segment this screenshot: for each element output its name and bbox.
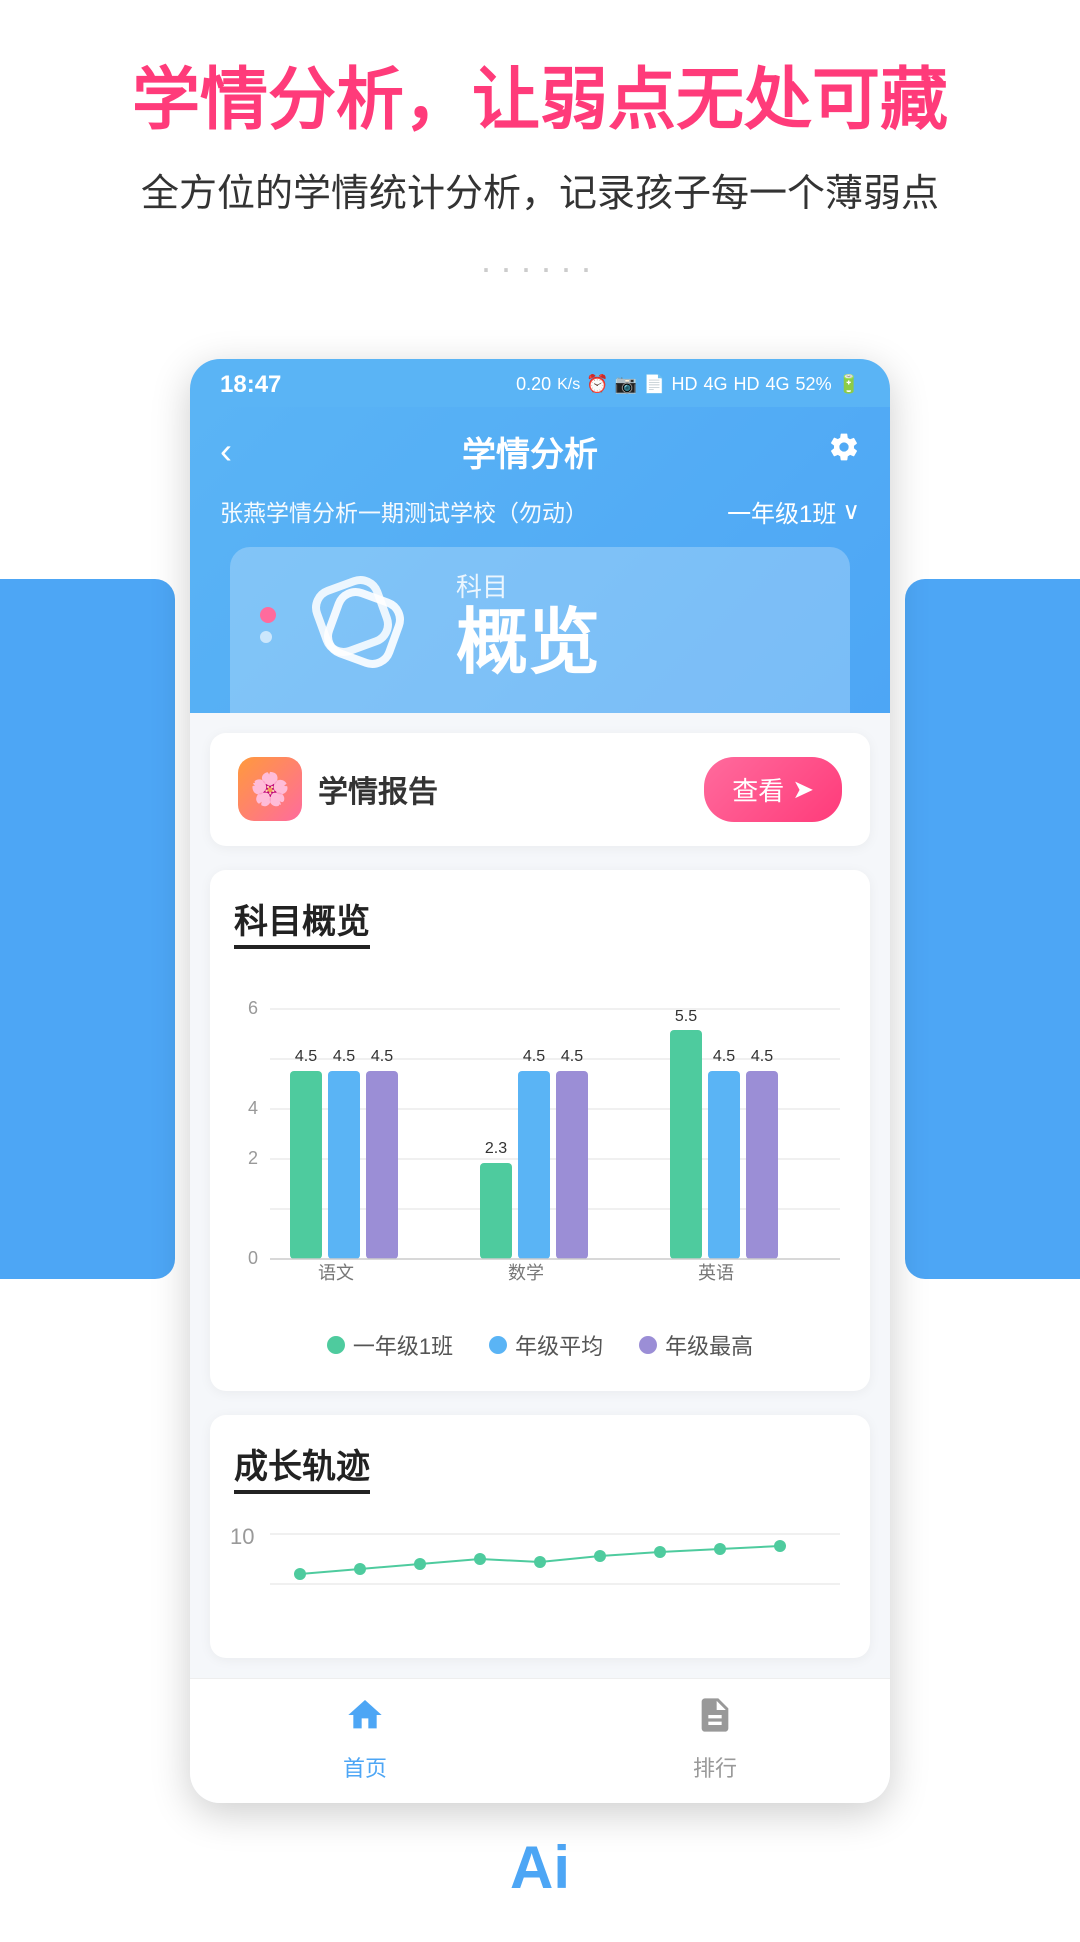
report-title: 学情报告 <box>318 767 438 811</box>
legend-max: 年级最高 <box>639 1329 753 1361</box>
pink-dot <box>260 607 276 623</box>
ranking-icon <box>695 1695 735 1745</box>
bar-yingyu-max <box>746 1071 778 1259</box>
svg-text:4.5: 4.5 <box>295 1048 317 1065</box>
page-header: 学情分析，让弱点无处可藏 全方位的学情统计分析，记录孩子每一个薄弱点 ·····… <box>0 0 1080 359</box>
svg-text:6: 6 <box>248 998 258 1018</box>
main-content: 🌸 学情报告 查看 ➤ 科目概览 <box>190 713 890 1678</box>
decorative-dots: ······ <box>40 247 1040 289</box>
svg-text:2: 2 <box>248 1148 258 1168</box>
legend-label-avg: 年级平均 <box>515 1329 603 1361</box>
status-time: 18:47 <box>220 371 281 399</box>
legend-class1: 一年级1班 <box>327 1329 453 1361</box>
page-subtitle: 全方位的学情统计分析，记录孩子每一个薄弱点 <box>40 162 1040 217</box>
home-icon <box>345 1695 385 1745</box>
status-icons: 0.20 K/s ⏰ 📷 📄 HD 4G HD 4G 52% 🔋 <box>516 374 860 395</box>
phone-screen: 18:47 0.20 K/s ⏰ 📷 📄 HD 4G HD 4G 52% 🔋 <box>190 359 890 1803</box>
nav-ranking[interactable]: 排行 <box>693 1695 737 1783</box>
bar-shuxue-max <box>556 1071 588 1259</box>
view-label: 查看 <box>732 771 784 808</box>
report-left: 🌸 学情报告 <box>238 757 438 821</box>
report-icon: 🌸 <box>238 757 302 821</box>
section-title-growth: 成长轨迹 <box>230 1439 850 1494</box>
svg-text:4.5: 4.5 <box>751 1048 773 1065</box>
subject-label: 科目 <box>456 567 600 604</box>
svg-text:数学: 数学 <box>508 1263 544 1283</box>
bar-yingyu-class1 <box>670 1030 702 1259</box>
subject-text: 科目 概览 <box>456 567 600 683</box>
status-bar: 18:47 0.20 K/s ⏰ 📷 📄 HD 4G HD 4G 52% 🔋 <box>190 359 890 407</box>
bar-shuxue-avg <box>518 1071 550 1259</box>
class-name: 一年级1班 <box>727 494 836 529</box>
decoration-dots <box>260 607 276 643</box>
subject-icon <box>316 580 406 670</box>
bar-chart: 6 4 2 0 4.5 4.5 4.5 <box>230 969 850 1309</box>
white-dot <box>260 631 272 643</box>
school-name: 张燕学情分析一期测试学校（勿动） <box>220 494 588 528</box>
blue-side-left <box>0 579 175 1279</box>
bar-yuwen-max <box>366 1071 398 1259</box>
report-card: 🌸 学情报告 查看 ➤ <box>210 733 870 846</box>
legend-label-max: 年级最高 <box>665 1329 753 1361</box>
legend-avg: 年级平均 <box>489 1329 603 1361</box>
bar-yingyu-avg <box>708 1071 740 1259</box>
settings-icon[interactable] <box>828 431 860 471</box>
svg-text:2.3: 2.3 <box>485 1140 507 1157</box>
chart-svg: 6 4 2 0 4.5 4.5 4.5 <box>230 969 850 1309</box>
svg-text:5.5: 5.5 <box>675 1008 697 1025</box>
blue-side-right <box>905 579 1080 1279</box>
svg-text:英语: 英语 <box>698 1263 734 1283</box>
subject-card: 科目 概览 <box>230 547 850 713</box>
growth-y-label: 10 <box>230 1524 254 1550</box>
page-title: 学情分析，让弱点无处可藏 <box>40 60 1040 142</box>
svg-text:4.5: 4.5 <box>333 1048 355 1065</box>
legend-label-class1: 一年级1班 <box>353 1329 453 1361</box>
svg-text:4: 4 <box>248 1098 258 1118</box>
svg-text:4.5: 4.5 <box>523 1048 545 1065</box>
chart-legend: 一年级1班 年级平均 年级最高 <box>230 1329 850 1361</box>
app-title: 学情分析 <box>462 427 598 476</box>
nav-home[interactable]: 首页 <box>343 1695 387 1783</box>
bar-yuwen-class1 <box>290 1071 322 1259</box>
phone-container: 18:47 0.20 K/s ⏰ 📷 📄 HD 4G HD 4G 52% 🔋 <box>0 359 1080 1803</box>
svg-text:0: 0 <box>248 1248 258 1268</box>
bar-yuwen-avg <box>328 1071 360 1259</box>
chevron-down-icon: ∨ <box>842 497 860 526</box>
ai-label: Ai <box>0 1803 1080 1942</box>
home-label: 首页 <box>343 1751 387 1783</box>
legend-dot-max <box>639 1336 657 1354</box>
legend-dot-avg <box>489 1336 507 1354</box>
svg-text:4.5: 4.5 <box>561 1048 583 1065</box>
view-report-button[interactable]: 查看 ➤ <box>704 757 842 822</box>
growth-chart-partial: 10 <box>230 1514 850 1634</box>
section-title-overview: 科目概览 <box>230 894 850 949</box>
ranking-label: 排行 <box>693 1751 737 1783</box>
back-button[interactable]: ‹ <box>220 430 232 472</box>
nav-row: ‹ 学情分析 <box>220 427 860 476</box>
growth-chart-svg <box>230 1514 850 1614</box>
app-header: ‹ 学情分析 张燕学情分析一期测试学校（勿动） 一年级1班 ∨ <box>190 407 890 713</box>
legend-dot-class1 <box>327 1336 345 1354</box>
subject-overview: 科目概览 6 <box>210 870 870 1391</box>
bar-shuxue-class1 <box>480 1163 512 1259</box>
svg-text:4.5: 4.5 <box>371 1048 393 1065</box>
class-selector[interactable]: 一年级1班 ∨ <box>727 494 860 529</box>
arrow-icon: ➤ <box>792 774 814 805</box>
bottom-nav: 首页 排行 <box>190 1678 890 1803</box>
growth-section: 成长轨迹 10 <box>210 1415 870 1658</box>
svg-text:4.5: 4.5 <box>713 1048 735 1065</box>
school-row: 张燕学情分析一期测试学校（勿动） 一年级1班 ∨ <box>220 494 860 547</box>
subject-value: 概览 <box>456 604 600 683</box>
svg-text:语文: 语文 <box>318 1263 354 1283</box>
